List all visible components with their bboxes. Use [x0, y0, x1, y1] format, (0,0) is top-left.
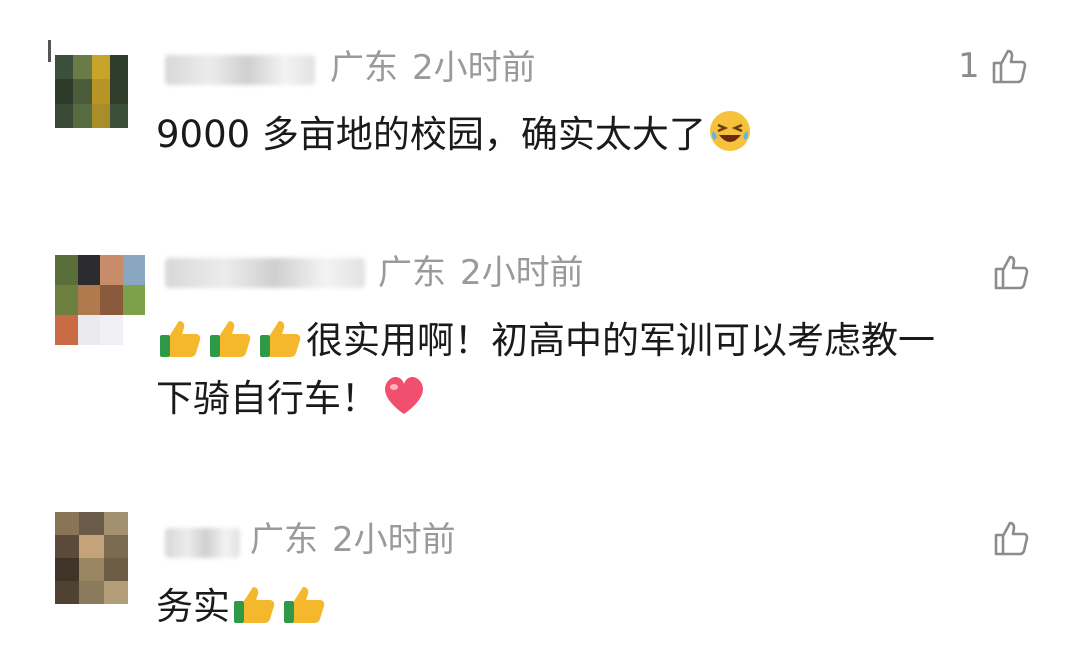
avatar-pixel: [77, 315, 100, 345]
thumbs-up-outline-icon: [992, 49, 1026, 84]
scroll-marker: [48, 40, 51, 62]
avatar-pixel: [73, 55, 92, 80]
avatar[interactable]: [55, 55, 128, 128]
region-label: 广东: [378, 253, 446, 293]
avatar-pixel: [73, 79, 92, 104]
comment-meta: 广东 2小时前: [378, 253, 598, 293]
avatar-pixel: [109, 103, 128, 128]
comment-text: 很实用啊！初高中的军训可以考虑教一 下骑自行车！: [156, 312, 935, 428]
timestamp: 2小时前: [460, 253, 584, 293]
thumbs-up-emoji: [234, 587, 275, 623]
timestamp: 2小时前: [412, 48, 536, 88]
region-label: 广东: [250, 520, 318, 560]
avatar-pixel: [122, 255, 145, 285]
avatar-pixel: [100, 255, 123, 285]
username-blurred[interactable]: [165, 258, 365, 288]
username-blurred[interactable]: [165, 528, 240, 558]
comment-text-line: 下骑自行车！: [156, 377, 378, 420]
avatar-pixel: [73, 103, 92, 128]
like-button[interactable]: [990, 252, 1030, 292]
avatar-pixel: [55, 55, 74, 80]
red-heart-emoji: [385, 377, 423, 414]
avatar[interactable]: [55, 512, 128, 604]
avatar-pixel: [55, 512, 80, 535]
comment-text: 9000 多亩地的校园，确实太大了: [156, 106, 754, 164]
avatar[interactable]: [55, 255, 145, 345]
avatar-pixel: [79, 535, 104, 558]
avatar-pixel: [91, 79, 110, 104]
like-button[interactable]: 1: [958, 46, 1028, 86]
avatar-pixel: [77, 255, 100, 285]
thumbs-up-outline-icon: [994, 521, 1029, 556]
avatar-pixel: [55, 558, 80, 581]
comment-item: 广东 2小时前 1 9000 多亩地的校园，确实太大了: [0, 0, 1080, 210]
thumbs-up-emoji: [160, 321, 201, 357]
comment-text-line: 务实: [156, 585, 230, 628]
avatar-pixel: [91, 55, 110, 80]
avatar-pixel: [100, 285, 123, 315]
timestamp: 2小时前: [332, 520, 456, 560]
thumbs-up-emoji: [210, 321, 251, 357]
username-blurred[interactable]: [165, 55, 315, 85]
avatar-pixel: [79, 512, 104, 535]
avatar-pixel: [55, 535, 80, 558]
avatar-pixel: [103, 512, 128, 535]
thumbs-up-emoji: [284, 587, 325, 623]
comment-text: 务实: [156, 578, 330, 636]
avatar-pixel: [103, 558, 128, 581]
comment-text-line: 很实用啊！初高中的军训可以考虑教一: [306, 319, 935, 362]
avatar-pixel: [103, 581, 128, 604]
grinning-squinting-face-with-tears-emoji: [709, 111, 750, 151]
region-label: 广东: [330, 48, 398, 88]
avatar-pixel: [55, 255, 78, 285]
avatar-pixel: [91, 103, 110, 128]
avatar-pixel: [109, 55, 128, 80]
avatar-pixel: [55, 315, 78, 345]
thumbs-up-emoji: [260, 321, 301, 357]
comment-text-line: 9000 多亩地的校园，确实太大了: [156, 113, 706, 156]
like-count: 1: [958, 46, 980, 86]
avatar-pixel: [77, 285, 100, 315]
avatar-pixel: [103, 535, 128, 558]
avatar-pixel: [79, 558, 104, 581]
comment-meta: 广东 2小时前: [330, 48, 550, 88]
avatar-pixel: [55, 285, 78, 315]
avatar-pixel: [122, 315, 145, 345]
thumbs-up-outline-icon: [994, 255, 1029, 290]
avatar-pixel: [122, 285, 145, 315]
avatar-pixel: [100, 315, 123, 345]
avatar-pixel: [79, 581, 104, 604]
avatar-pixel: [55, 79, 74, 104]
like-button[interactable]: [990, 518, 1030, 558]
avatar-pixel: [55, 581, 80, 604]
comment-meta: 广东 2小时前: [250, 520, 470, 560]
avatar-pixel: [55, 103, 74, 128]
avatar-pixel: [109, 79, 128, 104]
